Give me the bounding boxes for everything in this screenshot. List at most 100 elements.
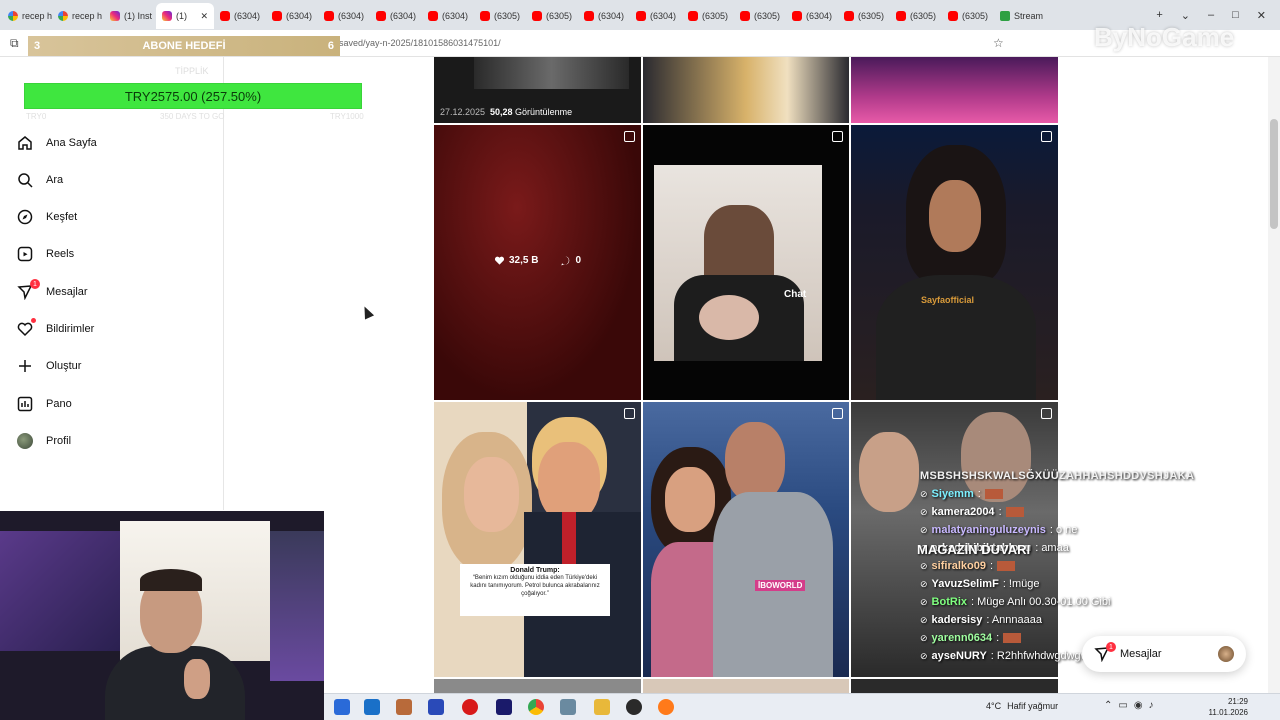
browser-tab[interactable]: (6305) (734, 3, 786, 29)
chat-emote (997, 561, 1016, 571)
chat-emote (984, 489, 1003, 499)
post-tile[interactable] (851, 57, 1058, 123)
maximize-button[interactable]: □ (1232, 9, 1239, 21)
browser-tab[interactable]: (6305) (838, 3, 890, 29)
sidebar-item-messages[interactable]: 1 Mesajlar (16, 279, 88, 304)
weather-widget[interactable]: 4°C Hafif yağmur (986, 701, 1058, 711)
tab-menu-button[interactable]: ⌄ (1181, 9, 1190, 22)
chat-username: Siyemm (931, 488, 974, 500)
post-tile[interactable]: Donald Trump: “Benim kızım olduğunu iddi… (434, 402, 641, 677)
start-icon[interactable] (334, 699, 350, 715)
sidebar-item-label: Bildirimler (46, 323, 95, 335)
windows-taskbar: 4°C Hafif yağmur ⌃▭◉♪ 21:29 11.01.2026 (324, 693, 1280, 720)
sidebar-item-home[interactable]: Ana Sayfa (16, 131, 97, 155)
post-tile[interactable] (643, 679, 849, 693)
browser-tab[interactable]: (1) ✕ (156, 3, 214, 29)
firefox-icon[interactable] (658, 699, 674, 715)
browser-tab[interactable]: (6304) (370, 3, 422, 29)
profile-avatar-wrap (16, 432, 34, 450)
folder-icon[interactable] (594, 699, 610, 715)
close-window-button[interactable]: ✕ (1257, 9, 1266, 22)
post-tile[interactable]: İBOWORLD (643, 402, 849, 677)
system-tray-icons[interactable]: ⌃▭◉♪ (1104, 700, 1160, 711)
notification-badge: 1 (1106, 642, 1116, 652)
tab-label: (6305) (494, 11, 521, 21)
chat-username: kadersisy (931, 614, 983, 626)
sidebar-item-label: Profil (46, 435, 72, 447)
new-tab-button[interactable]: + (1156, 9, 1162, 21)
browser-tab[interactable]: Stream (994, 3, 1052, 29)
youtube-icon (948, 11, 958, 21)
sidebar-item-create[interactable]: Oluştur (16, 354, 81, 378)
browser-tab[interactable]: recep h (52, 3, 104, 29)
browser-tab[interactable]: (6304) (786, 3, 838, 29)
man-face-shape (725, 422, 785, 502)
browser-tab[interactable]: (6304) (422, 3, 474, 29)
sidebar-item-search[interactable]: Ara (16, 168, 63, 192)
browser-tab[interactable]: recep h (2, 3, 52, 29)
sidebar-item-profile[interactable]: Profil (16, 429, 71, 453)
browser-tab[interactable]: (1) Inst (104, 3, 156, 29)
sidebar-item-label: Ara (46, 174, 64, 186)
opera-icon[interactable] (462, 699, 478, 715)
app-icon[interactable] (560, 699, 576, 715)
minimize-button[interactable]: – (1208, 9, 1214, 21)
browser-tab[interactable]: (6305) (890, 3, 942, 29)
post-tile[interactable]: Chat (643, 125, 849, 400)
browser-tab[interactable]: (6304) (630, 3, 682, 29)
sidebar-item-notifications[interactable]: Bildirimler (16, 317, 94, 341)
clock[interactable]: 21:29 11.01.2026 (1204, 696, 1248, 718)
messenger-icon: 1 (1094, 642, 1116, 662)
app-icon[interactable] (396, 699, 412, 715)
browser-tab[interactable]: (6305) (474, 3, 526, 29)
post-tile[interactable] (643, 57, 849, 123)
platform-icon: ⊘ (920, 506, 928, 517)
browser-tab[interactable]: (6305) (942, 3, 994, 29)
chat-text: : Annnaaaa (986, 614, 1042, 626)
outlook-icon[interactable] (364, 699, 380, 715)
chat-username: kamera2004 (931, 506, 995, 518)
screen: recep h recep h (1) Inst (1) ✕ (6304) (6304) (6… (0, 0, 1280, 720)
post-tile[interactable]: 32,5 B 0 (434, 125, 641, 400)
browser-tab[interactable]: (6304) (214, 3, 266, 29)
scrollbar-thumb[interactable] (1270, 119, 1278, 229)
post-tile[interactable]: 27.12.2025 50,28 Görüntülenme (434, 57, 641, 123)
page-scrollbar[interactable] (1268, 57, 1280, 693)
bookmark-star-icon[interactable]: ☆ (993, 36, 1004, 50)
obs-icon[interactable] (626, 699, 642, 715)
woman-face-shape (464, 457, 519, 532)
tab-label: (1) Inst (124, 11, 153, 21)
post-tile[interactable]: Sayfaofficial (851, 125, 1058, 400)
browser-tab[interactable]: (6304) (318, 3, 370, 29)
browser-tab[interactable]: (6304) (266, 3, 318, 29)
messages-button[interactable]: 1 Mesajlar (1082, 636, 1246, 672)
sidebar-item-dashboard[interactable]: Pano (16, 392, 72, 416)
chrome-icon[interactable] (528, 699, 544, 715)
sidebar-item-reels[interactable]: Reels (16, 242, 74, 266)
app-icon[interactable] (428, 699, 444, 715)
youtube-icon (532, 11, 542, 21)
chat-username: yarenn0634 (931, 632, 993, 644)
browser-tab[interactable]: (6304) (578, 3, 630, 29)
chat-emote (1005, 507, 1024, 517)
heart-icon (16, 318, 36, 338)
clock-date: 11.01.2026 (1208, 708, 1248, 717)
goal-min: TRY0 (26, 112, 47, 121)
youtube-icon (324, 11, 334, 21)
browser-tab[interactable]: (6305) (682, 3, 734, 29)
avatar (17, 433, 33, 449)
post-tile[interactable] (434, 679, 641, 693)
premiere-icon[interactable] (496, 699, 512, 715)
close-tab-icon[interactable]: ✕ (200, 11, 208, 22)
youtube-icon (688, 11, 698, 21)
chat-overlay-label: Chat (784, 289, 807, 300)
sidebar-item-explore[interactable]: Keşfet (16, 205, 77, 229)
tab-label: (6304) (390, 11, 417, 21)
goal-label: TİPPLİK (175, 66, 209, 76)
temperature: 4°C (986, 701, 1002, 711)
post-thumbnail: Chat (654, 165, 822, 361)
tab-label: (6305) (962, 11, 989, 21)
notification-dot (31, 318, 36, 323)
tab-actions-icon[interactable]: ⧉ (10, 36, 19, 51)
browser-tab[interactable]: (6305) (526, 3, 578, 29)
